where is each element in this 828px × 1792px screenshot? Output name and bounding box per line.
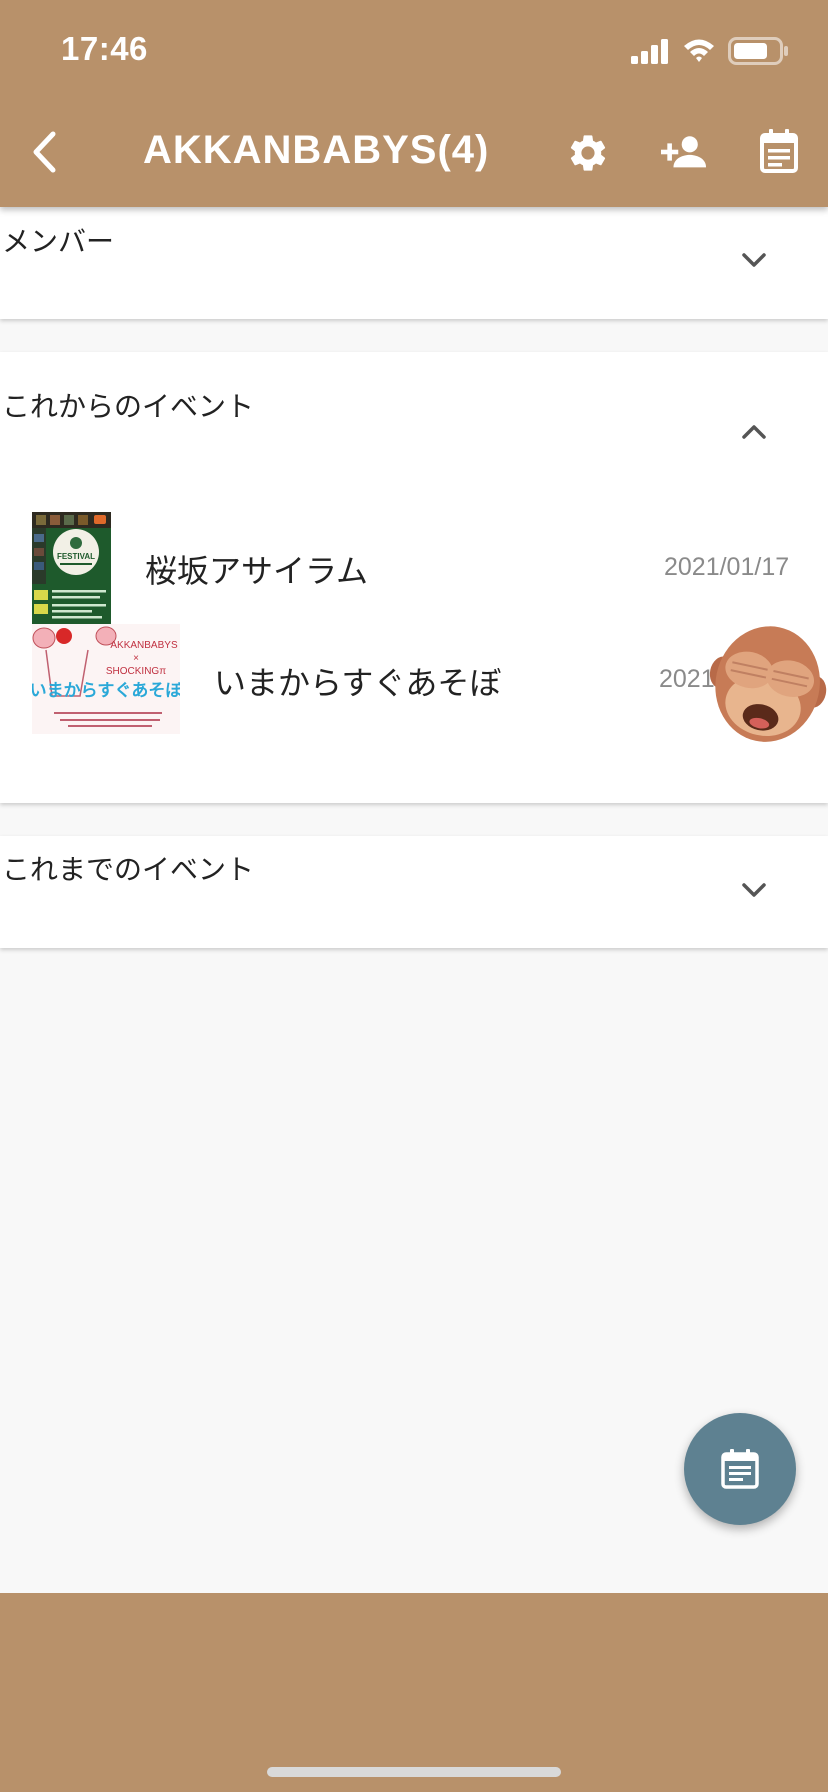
- calendar-icon: [760, 129, 798, 173]
- calendar-icon: [721, 1449, 759, 1489]
- create-event-fab[interactable]: [684, 1413, 796, 1525]
- poster-title-text: いまからすぐあそぼ: [32, 681, 180, 701]
- upcoming-events-title: これからのイベント: [2, 390, 255, 423]
- event-poster-image: FESTIVAL: [32, 512, 111, 624]
- event-name: いまからすぐあそぼ: [214, 664, 502, 702]
- add-member-button[interactable]: [659, 129, 709, 175]
- upcoming-events-section: これからのイベント FESTIVAL 桜坂アサイラム 2021/01/17 AK…: [0, 352, 828, 803]
- app-bar: 17:46 AKKANBABYS(4): [0, 0, 828, 207]
- calendar-button[interactable]: [759, 128, 799, 174]
- status-icons: [630, 36, 794, 66]
- event-name: 桜坂アサイラム: [145, 552, 369, 590]
- poster-x-text: ×: [133, 653, 139, 664]
- event-date: 2021/01/17: [664, 553, 790, 581]
- settings-button[interactable]: [566, 131, 610, 175]
- signal-icon: [631, 39, 668, 64]
- past-events-section[interactable]: これまでのイベント: [0, 836, 828, 948]
- members-section-title: メンバー: [2, 225, 115, 258]
- back-icon: [33, 131, 56, 173]
- wifi-icon: [684, 39, 714, 62]
- chevron-down-icon[interactable]: [740, 252, 768, 270]
- chevron-up-icon[interactable]: [740, 422, 768, 440]
- settings-icon: [570, 135, 606, 171]
- poster-shocking-text: SHOCKINGπ: [106, 666, 166, 677]
- chevron-down-icon[interactable]: [740, 882, 768, 900]
- poster-festival-text: FESTIVAL: [57, 552, 95, 561]
- see-no-evil-monkey-icon: [709, 626, 827, 742]
- event-item[interactable]: FESTIVAL 桜坂アサイラム 2021/01/17: [32, 512, 828, 624]
- add-member-icon: [661, 136, 707, 168]
- status-time: 17:46: [61, 30, 148, 67]
- members-section[interactable]: メンバー: [0, 207, 828, 319]
- past-events-title: これまでのイベント: [2, 853, 255, 886]
- event-poster-image: AKKANBABYS × SHOCKINGπ いまからすぐあそぼ: [32, 624, 180, 734]
- back-button[interactable]: [26, 130, 66, 174]
- page-title: AKKANBABYS(4): [143, 128, 490, 172]
- poster-akkanbabys-text: AKKANBABYS: [110, 640, 178, 651]
- bottom-bar: [0, 1593, 828, 1792]
- battery-icon: [728, 37, 788, 65]
- home-indicator[interactable]: [267, 1767, 561, 1777]
